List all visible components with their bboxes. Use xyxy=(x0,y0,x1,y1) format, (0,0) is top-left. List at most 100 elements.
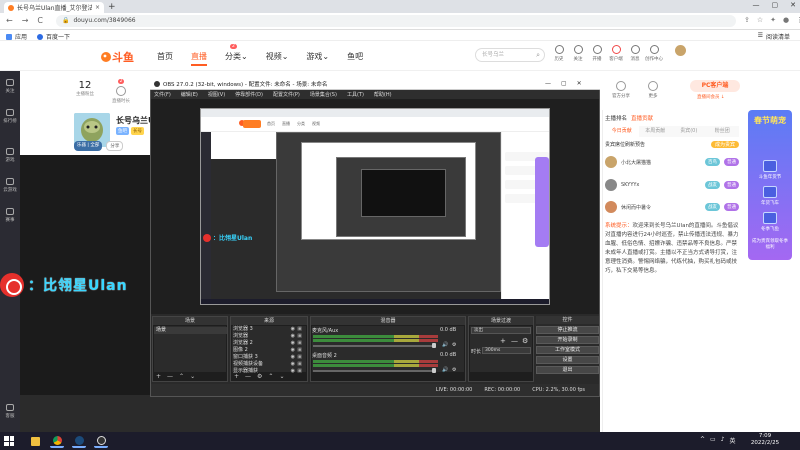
history-button[interactable]: 历史 xyxy=(553,45,565,62)
volume-slider-handle[interactable] xyxy=(432,368,436,373)
file-explorer-icon[interactable] xyxy=(28,434,42,448)
share-icon[interactable]: ⇪ xyxy=(744,16,750,24)
tab-fans[interactable]: 粉丝团 xyxy=(706,126,740,137)
ime-icon[interactable]: 英 xyxy=(730,436,736,445)
stop-streaming-button[interactable]: 停止推流 xyxy=(536,326,599,334)
source-item[interactable]: 浏览器 3 ◉ ▣ xyxy=(233,326,305,332)
sidebar-item-cloudgame[interactable]: 云游戏 xyxy=(0,178,20,193)
chrome-icon[interactable] xyxy=(50,434,64,448)
douyu-logo[interactable]: 斗鱼 xyxy=(100,48,136,64)
nav-video[interactable]: 视频⌄ xyxy=(266,51,289,66)
obs-menu-view[interactable]: 视图(V) xyxy=(208,91,225,98)
minimize-icon[interactable]: — xyxy=(753,1,760,9)
browser-tab[interactable]: 长号乌兰Ulan直播_艾尔登法环直… × xyxy=(4,2,104,13)
volume-slider[interactable] xyxy=(313,345,433,347)
volume-icon[interactable]: ♪ xyxy=(721,436,725,445)
reading-list[interactable]: ☰ 阅读清单 xyxy=(758,32,790,41)
transition-select[interactable]: 淡出 xyxy=(471,327,531,334)
source-item[interactable]: 显示器捕获 ◉ ▣ xyxy=(233,368,305,374)
pc-client-sub[interactable]: 直播间会员 ↓ xyxy=(697,94,725,100)
maximize-icon[interactable]: ▢ xyxy=(772,1,779,9)
obs-preview-canvas[interactable]: 首页 直播 分类 视频 ：比翎星Ulan xyxy=(200,108,550,305)
tab-week[interactable]: 本周贡献 xyxy=(639,126,673,137)
sidebar-item-rank[interactable]: 排行榜 xyxy=(0,109,20,124)
tray-expand-icon[interactable]: ^ xyxy=(700,436,705,445)
speaker-icon[interactable]: 🔊 xyxy=(442,342,448,348)
rank-row[interactable]: SKYYYx 战友 普通 xyxy=(605,176,739,194)
rank-tab[interactable]: 主播排名 xyxy=(605,114,627,124)
obs-menu-docks[interactable]: 停靠部件(D) xyxy=(235,91,263,98)
sidebar-item-follow[interactable]: 关注 xyxy=(0,79,20,94)
rank-stat[interactable]: 2 直播时长 xyxy=(112,79,130,104)
more-button[interactable]: 更多 xyxy=(648,81,658,99)
forward-icon[interactable]: → xyxy=(22,16,29,25)
streamer-tag[interactable]: 长号 xyxy=(131,127,144,135)
sidebar-item-game[interactable]: 游戏 xyxy=(0,148,20,163)
sidebar-item-service[interactable]: 客服 xyxy=(0,404,20,419)
source-item[interactable]: 浏览器 2 ◉ ▣ xyxy=(233,340,305,346)
pc-client-button[interactable]: PC客户端 xyxy=(690,80,740,92)
settings-button[interactable]: 设置 xyxy=(536,356,599,364)
tab-vip[interactable]: 贵宾(0) xyxy=(672,126,706,137)
remove-scene-button[interactable]: — xyxy=(167,373,173,380)
start-recording-button[interactable]: 开始录制 xyxy=(536,336,599,344)
source-item[interactable]: 浏览器 ◉ ▣ xyxy=(233,333,305,339)
volume-slider[interactable] xyxy=(313,370,433,372)
lock-icon[interactable]: ▣ xyxy=(297,368,302,374)
obs-menu-tools[interactable]: 工具(T) xyxy=(347,91,364,98)
obs-menu-help[interactable]: 帮助(H) xyxy=(374,91,392,98)
eye-icon[interactable]: ◉ xyxy=(291,361,295,367)
scene-item[interactable]: 场景 xyxy=(154,327,227,334)
obs-menu-profile[interactable]: 配置文件(P) xyxy=(273,91,300,98)
obs-taskbar-icon[interactable] xyxy=(94,434,108,448)
promo-item[interactable]: 斗鱼年货节 xyxy=(752,160,788,180)
rank-row[interactable]: 小北大屠猫猫 百鸟 普通 xyxy=(605,153,739,171)
user-avatar[interactable] xyxy=(675,45,686,56)
network-icon[interactable]: ▭ xyxy=(710,436,716,445)
back-icon[interactable]: ← xyxy=(6,16,13,25)
lock-icon[interactable]: ▣ xyxy=(297,340,302,346)
search-icon[interactable]: ⌕ xyxy=(536,49,540,61)
source-item[interactable]: 视频捕获设备 ◉ ▣ xyxy=(233,361,305,367)
lock-icon[interactable]: ▣ xyxy=(297,361,302,367)
remove-transition-button[interactable]: — xyxy=(511,337,518,345)
search-input[interactable]: 长号乌兰 ⌕ xyxy=(475,48,545,62)
bookmark-star-icon[interactable]: ☆ xyxy=(757,16,763,24)
source-settings-icon[interactable]: ⚙ xyxy=(257,373,262,380)
move-up-button[interactable]: ⌃ xyxy=(268,373,273,380)
nav-category[interactable]: 分类⌄ xyxy=(225,51,248,66)
sidebar-item-events[interactable]: 赛事 xyxy=(0,208,20,223)
client-button[interactable]: 客户端 xyxy=(609,45,623,62)
remove-source-button[interactable]: — xyxy=(245,373,251,380)
creator-center-button[interactable]: 创作中心 xyxy=(645,45,663,62)
obs-close-icon[interactable]: ✕ xyxy=(577,80,582,87)
add-transition-button[interactable]: + xyxy=(500,337,506,345)
message-button[interactable]: 消息 xyxy=(629,45,641,62)
profile-icon[interactable]: ● xyxy=(783,16,789,24)
eye-icon[interactable]: ◉ xyxy=(291,368,295,374)
tab-close-icon[interactable]: × xyxy=(95,4,100,11)
streamer-tag[interactable]: 鱼吧 xyxy=(116,127,129,135)
gear-icon[interactable]: ⚙ xyxy=(452,342,456,348)
duration-input[interactable]: 300ms xyxy=(482,347,531,354)
bookmark-baidu[interactable]: 百度一下 xyxy=(37,32,70,41)
tab-today[interactable]: 今日贡献 xyxy=(605,126,639,137)
contribution-tab[interactable]: 直播贡献 xyxy=(631,114,653,124)
follow-button[interactable]: 关注 xyxy=(572,45,584,62)
lock-icon[interactable]: ▣ xyxy=(297,347,302,353)
source-item[interactable]: 窗口捕获 3 ◉ ▣ xyxy=(233,354,305,360)
obs-menu-edit[interactable]: 编辑(E) xyxy=(181,91,198,98)
nav-live[interactable]: 直播 xyxy=(191,51,207,66)
eye-icon[interactable]: ◉ xyxy=(291,333,295,339)
eye-icon[interactable]: ◉ xyxy=(291,340,295,346)
obs-menu-file[interactable]: 文件(F) xyxy=(154,91,171,98)
share-badge[interactable]: 分享 xyxy=(106,141,124,151)
move-down-button[interactable]: ⌄ xyxy=(279,373,284,380)
nav-game[interactable]: 游戏⌄ xyxy=(306,51,329,66)
studio-mode-button[interactable]: 工作室模式 xyxy=(536,346,599,354)
lock-icon[interactable]: ▣ xyxy=(297,354,302,360)
eye-icon[interactable]: ◉ xyxy=(291,354,295,360)
promo-item[interactable]: 成为贵宾领取冬季福利 xyxy=(752,238,788,250)
become-vip-button[interactable]: 成为贵宾 xyxy=(710,141,739,148)
rank-row[interactable]: 休闲而中暑令 战友 普通 xyxy=(605,198,739,216)
